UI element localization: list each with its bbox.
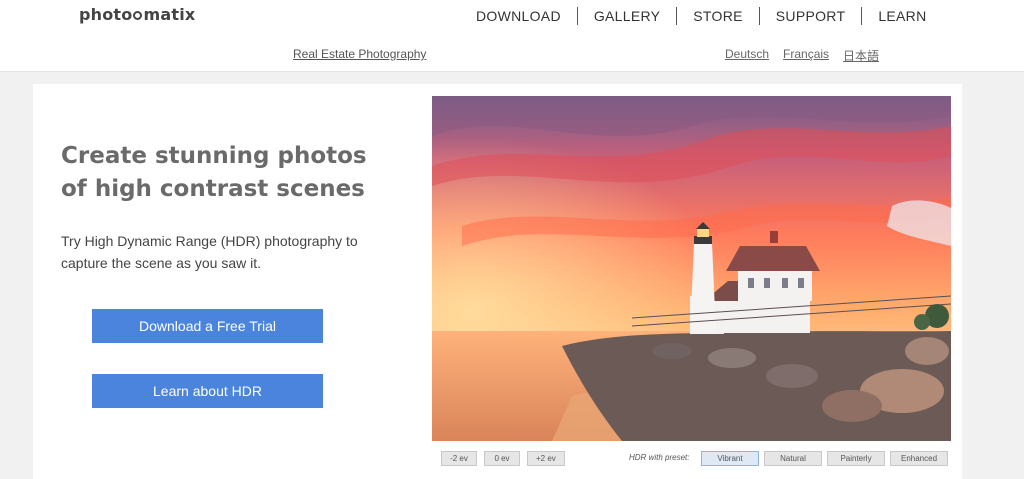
preset-buttons: Vibrant Natural Painterly Enhanced <box>701 451 948 466</box>
nav-support[interactable]: SUPPORT <box>758 7 862 25</box>
logo-circle-icon <box>133 11 143 20</box>
main-nav: DOWNLOAD GALLERY STORE SUPPORT LEARN <box>460 6 943 26</box>
hero-headline: Create stunning photos of high contrast … <box>61 143 367 202</box>
lang-deutsch[interactable]: Deutsch <box>725 47 769 64</box>
nav-gallery[interactable]: GALLERY <box>576 7 676 25</box>
lang-francais[interactable]: Français <box>783 47 829 64</box>
site-header: photo matix DOWNLOAD GALLERY STORE SUPPOR… <box>0 0 1024 72</box>
language-switcher: Deutsch Français 日本語 <box>725 47 879 64</box>
hero-subtext: Try High Dynamic Range (HDR) photography… <box>61 233 358 271</box>
lighthouse-photo-image <box>432 96 951 441</box>
ev-minus-2-button[interactable]: -2 ev <box>441 451 477 466</box>
preset-label: HDR with preset: <box>629 453 690 462</box>
nav-learn[interactable]: LEARN <box>861 7 942 25</box>
nav-store[interactable]: STORE <box>676 7 758 25</box>
preset-painterly-button[interactable]: Painterly <box>827 451 885 466</box>
site-logo[interactable]: photo matix <box>79 5 195 24</box>
ev-0-button[interactable]: 0 ev <box>484 451 520 466</box>
ev-plus-2-button[interactable]: +2 ev <box>527 451 565 466</box>
logo-text-start: photo <box>79 5 133 24</box>
preset-natural-button[interactable]: Natural <box>764 451 822 466</box>
lang-japanese[interactable]: 日本語 <box>843 47 879 64</box>
logo-text-end: matix <box>143 5 196 24</box>
download-trial-button[interactable]: Download a Free Trial <box>92 309 323 343</box>
preset-enhanced-button[interactable]: Enhanced <box>890 451 948 466</box>
hdr-sample-photo <box>432 96 951 441</box>
exposure-buttons: -2 ev 0 ev +2 ev <box>441 451 565 466</box>
learn-hdr-button[interactable]: Learn about HDR <box>92 374 323 408</box>
nav-download[interactable]: DOWNLOAD <box>460 7 577 25</box>
real-estate-link[interactable]: Real Estate Photography <box>293 47 426 61</box>
preset-vibrant-button[interactable]: Vibrant <box>701 451 759 466</box>
